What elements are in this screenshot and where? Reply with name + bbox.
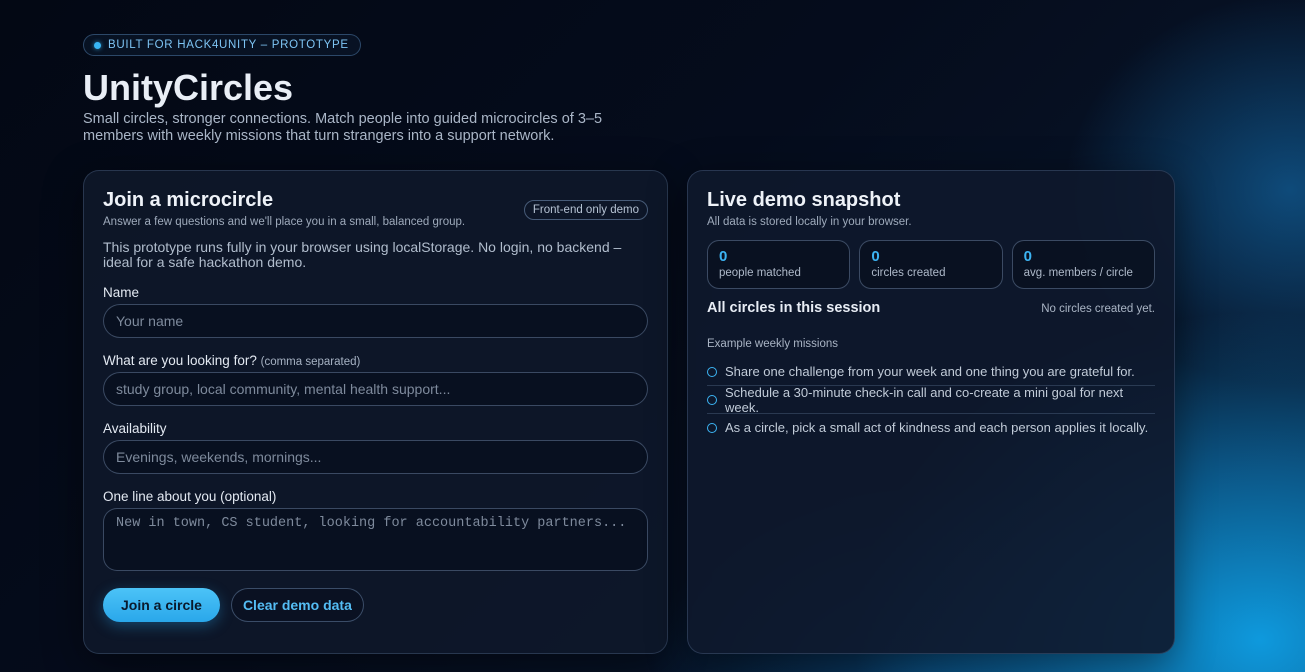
page: BUILT FOR HACK4UNITY – PROTOTYPE UnityCi… [83,34,1175,654]
name-label: Name [103,285,648,300]
page-subtitle: Small circles, stronger connections. Mat… [83,111,603,144]
circles-empty-state: No circles created yet. [1041,303,1155,315]
panels: Join a microcircle Answer a few question… [83,170,1175,654]
circles-header: All circles in this session No circles c… [707,300,1155,316]
availability-label-text: Availability [103,421,167,436]
stats-row: 0 people matched 0 circles created 0 avg… [707,240,1155,289]
stat-value: 0 [1023,248,1032,265]
availability-input[interactable] [103,440,648,474]
join-circle-button[interactable]: Join a circle [103,588,220,622]
snapshot-panel-title: Live demo snapshot [707,189,901,211]
about-label: One line about you (optional) [103,489,648,504]
join-actions: Join a circle Clear demo data [103,588,648,622]
stat-value: 0 [719,248,728,265]
snapshot-panel: Live demo snapshot All data is stored lo… [687,170,1175,654]
availability-label: Availability [103,421,648,436]
circles-title: All circles in this session [707,300,881,316]
mission-text: Schedule a 30-minute check-in call and c… [725,384,1124,415]
list-item: As a circle, pick a small act of kindnes… [707,414,1155,441]
stat-people-matched: 0 people matched [707,240,851,289]
mission-text: Share one challenge from your week and o… [725,364,1135,379]
front-end-demo-pill: Front-end only demo [523,200,648,220]
snapshot-panel-description: All data is stored locally in your brows… [707,216,912,228]
join-panel-intro: This prototype runs fully in your browse… [103,239,622,270]
stat-label: people matched [719,267,801,279]
status-dot-icon [94,41,101,49]
stat-value: 0 [871,248,880,265]
stat-label: circles created [871,267,946,279]
clear-demo-data-button[interactable]: Clear demo data [230,588,364,622]
looking-for-input[interactable] [103,372,648,406]
circle-bullet-icon [707,422,717,433]
about-textarea[interactable] [103,508,648,571]
stat-label: avg. members / circle [1023,267,1133,279]
stat-avg-members: 0 avg. members / circle [1011,240,1155,289]
stat-circles-created: 0 circles created [859,240,1003,289]
join-panel: Join a microcircle Answer a few question… [83,170,668,654]
badge-label: BUILT FOR HACK4UNITY – PROTOTYPE [108,39,349,51]
looking-for-hint: (comma separated) [260,356,361,368]
join-panel-header: Join a microcircle Answer a few question… [103,188,648,228]
circle-bullet-icon [707,394,717,405]
looking-for-label: What are you looking for? (comma separat… [103,353,648,368]
looking-for-label-text: What are you looking for? [103,353,257,368]
page-title: UnityCircles [83,67,294,108]
circle-bullet-icon [707,366,717,377]
name-input[interactable] [103,304,648,338]
hackathon-badge: BUILT FOR HACK4UNITY – PROTOTYPE [83,34,361,56]
list-item: Share one challenge from your week and o… [707,358,1155,386]
mission-text: As a circle, pick a small act of kindnes… [725,420,1149,435]
about-label-text: One line about you (optional) [103,489,277,504]
name-label-text: Name [103,285,140,300]
missions-title: Example weekly missions [707,338,839,350]
list-item: Schedule a 30-minute check-in call and c… [707,384,1155,415]
missions-list: Share one challenge from your week and o… [707,358,1155,441]
